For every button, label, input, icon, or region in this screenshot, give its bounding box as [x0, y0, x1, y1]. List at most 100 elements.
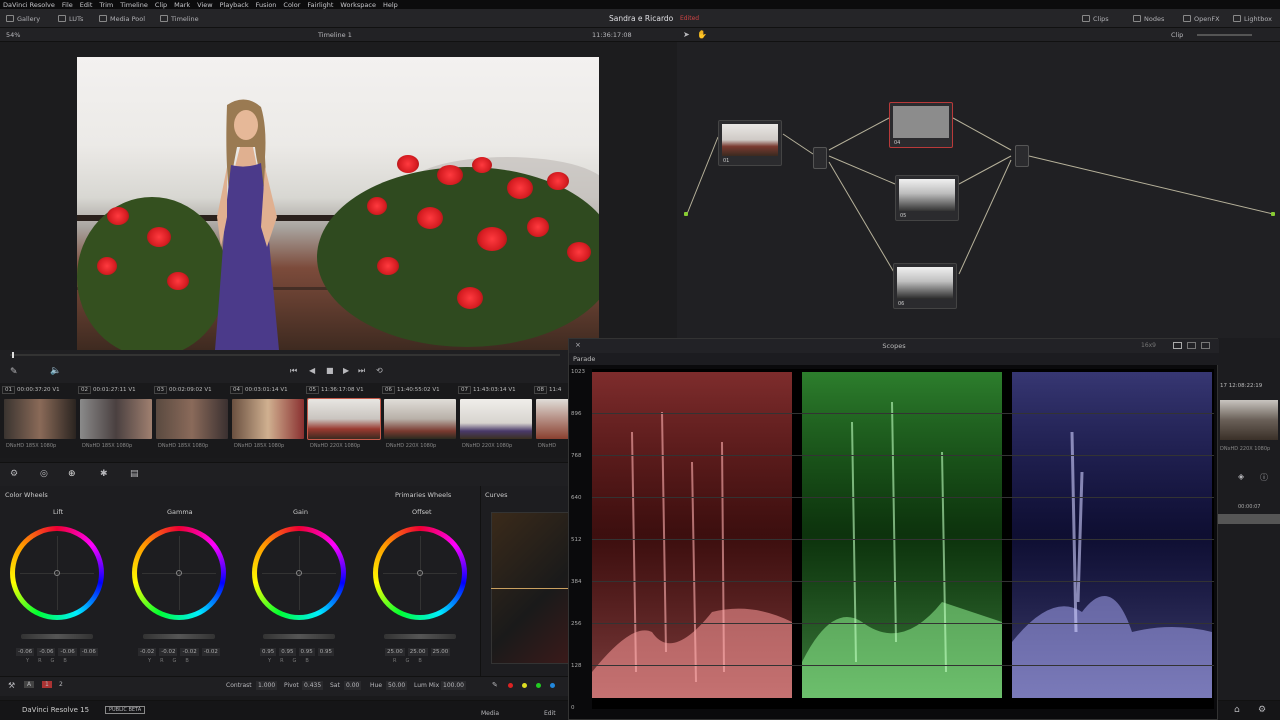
gamma-r-value[interactable]: -0.02 — [159, 648, 178, 656]
lightbox-button[interactable]: Lightbox — [1233, 13, 1272, 24]
media-page-tab[interactable]: Media — [481, 710, 499, 717]
timeline-name[interactable]: Timeline 1 — [318, 31, 352, 39]
menu-app[interactable]: DaVinci Resolve — [3, 1, 55, 9]
source-input[interactable] — [684, 212, 688, 216]
hue-field[interactable]: 50.00 — [386, 681, 408, 690]
timeline-bar[interactable] — [1218, 514, 1280, 524]
clips-button[interactable]: Clips — [1082, 13, 1109, 24]
lift-center-handle[interactable] — [54, 570, 60, 576]
lift-values[interactable]: -0.06 -0.06 -0.06 -0.06 — [16, 648, 98, 656]
color-wheels-icon[interactable]: ⊕ — [68, 469, 76, 479]
luts-button[interactable]: LUTs — [58, 13, 83, 24]
play-reverse-icon[interactable]: ◀ — [309, 366, 315, 375]
dual-layout-icon[interactable] — [1187, 342, 1196, 349]
gain-r-value[interactable]: 0.95 — [279, 648, 296, 656]
menu-mark[interactable]: Mark — [174, 1, 190, 9]
lum-mix-field[interactable]: 100.00 — [441, 681, 466, 690]
node-05[interactable]: 05 — [895, 175, 959, 221]
sat-field[interactable]: 0.00 — [344, 681, 362, 690]
media-pool-button[interactable]: Media Pool — [99, 13, 145, 24]
lift-r-value[interactable]: -0.06 — [37, 648, 56, 656]
pointer-tool-icon[interactable]: ➤ — [683, 30, 690, 39]
green-channel-dot[interactable] — [536, 683, 541, 688]
menu-fusion[interactable]: Fusion — [256, 1, 277, 9]
gallery-button[interactable]: Gallery — [6, 13, 40, 24]
gain-wheel[interactable] — [252, 526, 346, 620]
node-06[interactable]: 06 — [893, 263, 957, 309]
gain-values[interactable]: 0.95 0.95 0.95 0.95 — [260, 648, 334, 656]
menu-file[interactable]: File — [62, 1, 73, 9]
clip-item-selected[interactable]: 05 11:36:17:08 V1 DNxHD 220X 1080p — [306, 383, 382, 458]
loop-icon[interactable]: ⟲ — [376, 366, 383, 375]
gain-master-slider[interactable] — [263, 634, 335, 639]
audio-icon[interactable]: 🔈 — [50, 366, 61, 376]
home-icon[interactable]: ⌂ — [1234, 705, 1240, 715]
yellow-channel-dot[interactable] — [522, 683, 527, 688]
zoom-level[interactable]: 54% — [6, 31, 20, 39]
output-mixer[interactable] — [1015, 145, 1029, 167]
red-channel-dot[interactable] — [508, 683, 513, 688]
clip-item[interactable]: 02 00:01:27:11 V1 DNxHD 185X 1080p — [78, 383, 154, 458]
stop-icon[interactable]: ■ — [326, 366, 334, 375]
openfx-button[interactable]: OpenFX — [1183, 13, 1220, 24]
clip-item[interactable]: 06 11:40:55:02 V1 DNxHD 220X 1080p — [382, 383, 458, 458]
menu-fairlight[interactable]: Fairlight — [307, 1, 333, 9]
eye-icon[interactable]: ◈ — [1238, 472, 1244, 481]
scrubber-track[interactable] — [10, 354, 560, 356]
quad-layout-icon[interactable] — [1201, 342, 1210, 349]
settings-icon[interactable]: ⚙ — [1258, 705, 1266, 715]
menu-timeline[interactable]: Timeline — [120, 1, 148, 9]
menu-color[interactable]: Color — [283, 1, 300, 9]
go-to-end-icon[interactable]: ⏭ — [358, 366, 365, 376]
edit-page-tab[interactable]: Edit — [544, 710, 556, 717]
clip-item[interactable]: 08 11:4 DNxHD — [534, 383, 568, 458]
motion-effects-icon[interactable]: ▤ — [130, 469, 139, 479]
menu-view[interactable]: View — [197, 1, 212, 9]
wheel-mode-select[interactable]: Primaries Wheels — [395, 491, 451, 499]
contrast-field[interactable]: 1.000 — [256, 681, 278, 690]
gamma-values[interactable]: -0.02 -0.02 -0.02 -0.02 — [138, 648, 220, 656]
menu-edit[interactable]: Edit — [80, 1, 93, 9]
node-01[interactable]: 01 — [718, 120, 782, 166]
tool-picker-icon[interactable]: ✎ — [10, 367, 18, 377]
curve-line[interactable] — [491, 588, 569, 589]
gain-g-value[interactable]: 0.95 — [298, 648, 315, 656]
camera-raw-icon[interactable]: ⚙ — [10, 469, 18, 479]
gain-center-handle[interactable] — [296, 570, 302, 576]
gamma-master-slider[interactable] — [143, 634, 215, 639]
lift-y-value[interactable]: -0.06 — [16, 648, 35, 656]
menu-clip[interactable]: Clip — [155, 1, 167, 9]
lift-g-value[interactable]: -0.06 — [58, 648, 77, 656]
lift-b-value[interactable]: -0.06 — [79, 648, 98, 656]
gain-b-value[interactable]: 0.95 — [317, 648, 334, 656]
parallel-mixer[interactable] — [813, 147, 827, 169]
play-icon[interactable]: ▶ — [343, 366, 349, 375]
clip-mode-select[interactable]: Clip — [1171, 31, 1183, 39]
lift-master-slider[interactable] — [21, 634, 93, 639]
menu-workspace[interactable]: Workspace — [340, 1, 376, 9]
nodes-button[interactable]: Nodes — [1133, 13, 1164, 24]
gain-y-value[interactable]: 0.95 — [260, 648, 277, 656]
node-04[interactable]: 04 — [889, 102, 953, 148]
node-zoom-slider[interactable] — [1197, 34, 1252, 36]
picker-icon[interactable]: ✎ — [492, 681, 498, 689]
auto-button[interactable]: A — [24, 681, 35, 688]
scope-mode-select[interactable]: Parade — [569, 353, 1219, 365]
offset-center-handle[interactable] — [417, 570, 423, 576]
gamma-b-value[interactable]: -0.02 — [201, 648, 220, 656]
go-to-start-icon[interactable]: ⏮ — [290, 366, 297, 376]
menu-trim[interactable]: Trim — [99, 1, 113, 9]
gamma-center-handle[interactable] — [176, 570, 182, 576]
menu-help[interactable]: Help — [383, 1, 398, 9]
hand-tool-icon[interactable]: ✋ — [697, 30, 707, 39]
offset-master-slider[interactable] — [384, 634, 456, 639]
clip-item[interactable]: 04 00:03:01:14 V1 DNxHD 185X 1080p — [230, 383, 306, 458]
pivot-field[interactable]: 0.435 — [302, 681, 324, 690]
playhead[interactable] — [12, 352, 14, 358]
single-layout-icon[interactable] — [1173, 342, 1182, 349]
menu-playback[interactable]: Playback — [220, 1, 249, 9]
clip-item[interactable]: 03 00:02:09:02 V1 DNxHD 185X 1080p — [154, 383, 230, 458]
gamma-y-value[interactable]: -0.02 — [138, 648, 157, 656]
auto-balance-icon[interactable]: ⚒ — [8, 681, 15, 690]
output-node[interactable] — [1271, 212, 1275, 216]
